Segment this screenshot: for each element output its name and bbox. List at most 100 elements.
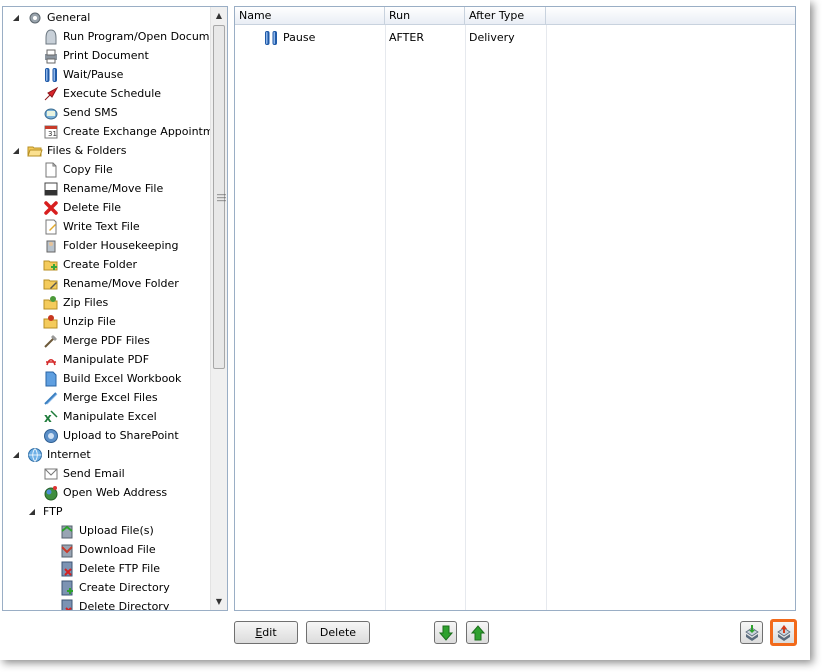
- row-after-type-cell: Delivery: [469, 31, 515, 44]
- tree-item-label: Rename/Move Folder: [63, 277, 179, 290]
- task-tree[interactable]: Delete Directory Create Directory Delete F…: [2, 6, 228, 611]
- tree-item-label: Create Exchange Appointment: [63, 125, 228, 138]
- tree-item-create-directory[interactable]: Create Directory: [59, 578, 170, 597]
- scroll-grip-icon: ― ― ―: [217, 190, 226, 206]
- tree-item-label: Manipulate PDF: [63, 353, 150, 366]
- tree-item-label: Build Excel Workbook: [63, 372, 182, 385]
- tree-item-label: Run Program/Open Document: [63, 30, 228, 43]
- tree-item-upload-to-sharepoint[interactable]: Upload to SharePoint: [43, 426, 179, 445]
- move-up-button[interactable]: [466, 621, 489, 644]
- tree-item-label: Delete FTP File: [79, 562, 161, 575]
- task-list[interactable]: Name Run After Type Pause AFTER Delivery: [234, 6, 796, 611]
- scroll-up-arrow-icon[interactable]: ▲: [211, 7, 227, 24]
- tree-item-rename-move-file[interactable]: Rename/Move File: [43, 179, 163, 198]
- tree-item-label: Open Web Address: [63, 486, 168, 499]
- ftp-create-dir-icon: [61, 580, 73, 595]
- tree-item-label: General: [47, 11, 91, 24]
- zip-icon: [43, 295, 58, 309]
- pause-icon: [265, 31, 277, 45]
- tree-item-label: Rename/Move File: [63, 182, 164, 195]
- tree-item-execute-schedule[interactable]: Execute Schedule: [43, 84, 161, 103]
- tree-item-label: Print Document: [63, 49, 149, 62]
- tree-item-label: Manipulate Excel: [63, 410, 157, 423]
- excel-icon: x: [44, 409, 58, 425]
- svg-text:x: x: [44, 411, 52, 425]
- tree-item-delete-directory[interactable]: Delete Directory: [59, 597, 170, 611]
- column-divider: [385, 25, 386, 610]
- web-address-icon: [44, 485, 58, 500]
- ftp-delete-dir-icon: [61, 599, 73, 610]
- tree-item-general[interactable]: ◢ General: [13, 8, 91, 27]
- tree-item-unzip-file[interactable]: Unzip File: [43, 312, 116, 331]
- housekeeping-icon: [46, 240, 56, 252]
- tree-item-create-exchange-appointment[interactable]: 31 Create Exchange Appointment: [43, 122, 228, 141]
- gear-icon: [29, 12, 41, 23]
- tree-item-wait-pause[interactable]: Wait/Pause: [43, 65, 123, 84]
- column-header-name[interactable]: Name: [235, 7, 385, 25]
- tree-item-label: Create Directory: [79, 581, 170, 594]
- tree-item-files-folders[interactable]: ◢ Files & Folders: [13, 141, 127, 160]
- pause-icon: [45, 67, 57, 82]
- tree-item-print-document[interactable]: Print Document: [43, 46, 149, 65]
- tree-item-delete-file[interactable]: Delete File: [43, 198, 121, 217]
- tree-item-create-folder[interactable]: Create Folder: [43, 255, 137, 274]
- row-run-cell: AFTER: [389, 31, 424, 44]
- tree-item-label: Copy File: [63, 163, 113, 176]
- arrow-down-icon: [438, 625, 453, 641]
- copy-file-icon: [45, 162, 57, 177]
- import-button[interactable]: [740, 621, 763, 644]
- expand-triangle-icon[interactable]: ◢: [27, 502, 37, 521]
- expand-triangle-icon[interactable]: ◢: [11, 8, 21, 27]
- row-name-cell: Pause: [263, 29, 315, 47]
- tree-item-label: Folder Housekeeping: [63, 239, 179, 252]
- tree-item-merge-pdf-files[interactable]: Merge PDF Files: [43, 331, 150, 350]
- tree-item-open-web-address[interactable]: Open Web Address: [43, 483, 167, 502]
- unzip-icon: [43, 314, 58, 328]
- export-button[interactable]: [770, 619, 797, 646]
- row-name-text: Pause: [283, 31, 316, 44]
- globe-icon: [28, 447, 42, 462]
- tree-item-label: Wait/Pause: [63, 68, 124, 81]
- tree-item-internet[interactable]: ◢ Internet: [13, 445, 91, 464]
- column-divider: [546, 25, 547, 610]
- printer-icon: [45, 49, 57, 63]
- tree-item-zip-files[interactable]: Zip Files: [43, 293, 108, 312]
- scroll-thumb[interactable]: ― ― ―: [213, 25, 226, 369]
- tree-item-upload-file-s[interactable]: Upload File(s): [59, 521, 154, 540]
- tree-item-copy-file[interactable]: Copy File: [43, 160, 113, 179]
- tree-item-run-program-open-document[interactable]: Run Program/Open Document: [43, 27, 228, 46]
- tree-item-build-excel-workbook[interactable]: Build Excel Workbook: [43, 369, 181, 388]
- scroll-down-arrow-icon[interactable]: ▼: [211, 593, 227, 610]
- export-icon: [776, 624, 791, 641]
- tree-item-send-email[interactable]: Send Email: [43, 464, 125, 483]
- tree-item-ftp[interactable]: ◢ FTP: [29, 502, 63, 521]
- tree-item-delete-ftp-file[interactable]: Delete FTP File: [59, 559, 160, 578]
- ftp-delete-icon: [61, 561, 73, 576]
- tree-item-label: Files & Folders: [47, 144, 127, 157]
- tree-item-download-file[interactable]: Download File: [59, 540, 156, 559]
- tree-item-manipulate-excel[interactable]: x Manipulate Excel: [43, 407, 157, 426]
- create-folder-icon: [43, 260, 58, 270]
- tree-item-send-sms[interactable]: Send SMS: [43, 103, 118, 122]
- tree-item-merge-excel-files[interactable]: Merge Excel Files: [43, 388, 158, 407]
- tree-item-label: Delete Directory: [79, 600, 170, 611]
- merge-excel-icon: [44, 391, 58, 405]
- delete-button[interactable]: Delete: [306, 621, 370, 644]
- ftp-upload-icon: [61, 525, 73, 538]
- move-down-button[interactable]: [434, 621, 457, 644]
- column-header-run[interactable]: Run: [385, 7, 465, 25]
- table-row[interactable]: Pause AFTER Delivery: [235, 29, 795, 47]
- folder-open-icon: [27, 146, 43, 156]
- tree-item-folder-housekeeping[interactable]: Folder Housekeeping: [43, 236, 178, 255]
- tree-scrollbar[interactable]: ▲ ― ― ― ▼: [210, 7, 227, 610]
- expand-triangle-icon[interactable]: ◢: [11, 141, 21, 160]
- expand-triangle-icon[interactable]: ◢: [11, 445, 21, 464]
- column-header-after-type[interactable]: After Type: [465, 7, 546, 25]
- execute-schedule-icon: [44, 86, 59, 100]
- tree-item-rename-move-folder[interactable]: Rename/Move Folder: [43, 274, 179, 293]
- tree-item-manipulate-pdf[interactable]: Manipulate PDF: [43, 350, 149, 369]
- email-icon: [44, 468, 58, 479]
- tree-item-write-text-file[interactable]: Write Text File: [43, 217, 140, 236]
- edit-button[interactable]: Edit: [234, 621, 298, 644]
- excel-workbook-icon: [45, 371, 57, 386]
